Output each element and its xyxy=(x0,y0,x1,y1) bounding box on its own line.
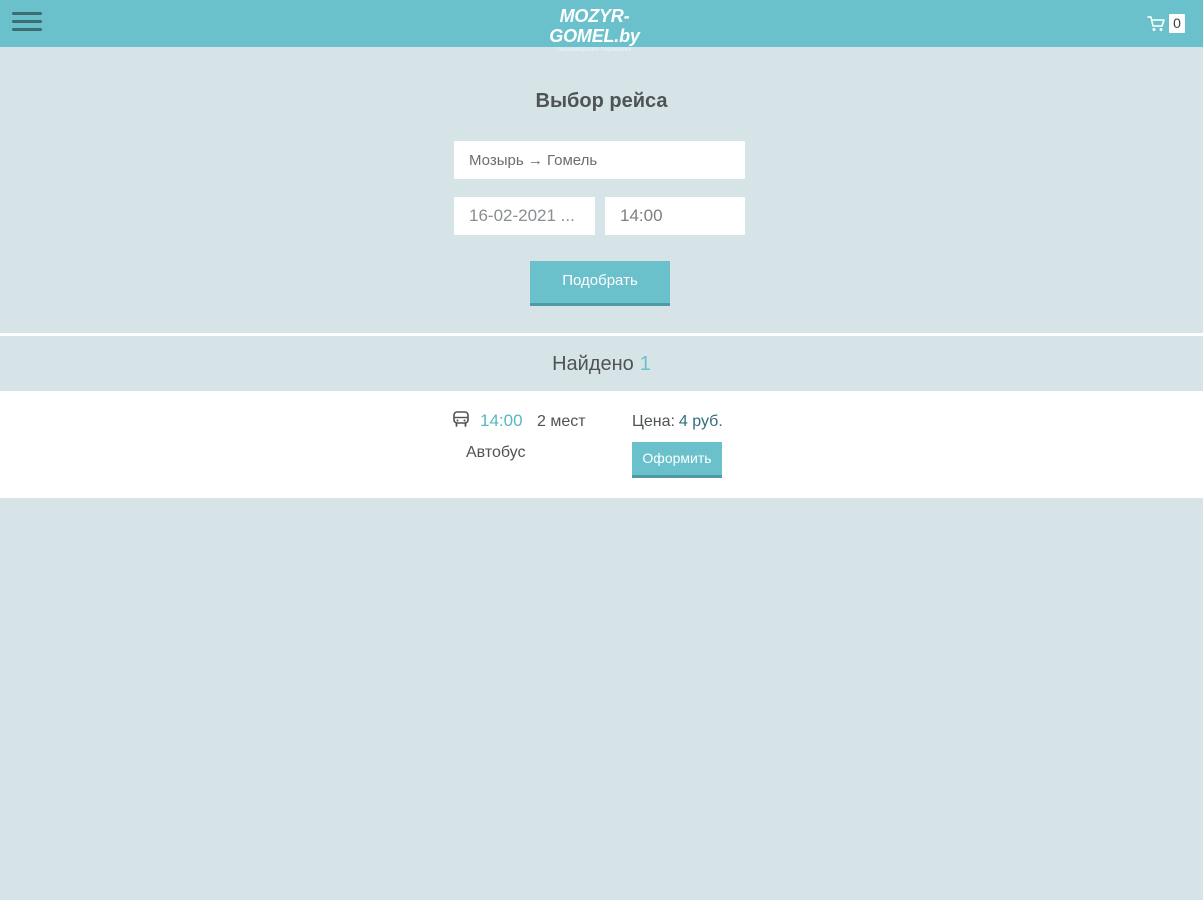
page-title: Выбор рейса xyxy=(535,90,668,112)
menu-bar-line xyxy=(12,28,42,31)
menu-bar-line xyxy=(12,12,42,15)
found-count: 1 xyxy=(639,353,651,375)
menu-bar-line xyxy=(12,20,42,23)
cart-button[interactable]: 0 xyxy=(1147,13,1185,34)
price-value: 4 руб. xyxy=(678,413,723,430)
cart-count-badge: 0 xyxy=(1169,14,1185,33)
found-label: Найдено xyxy=(552,353,634,375)
route-select[interactable] xyxy=(454,141,745,179)
logo-title: MOZYR-GOMEL.by xyxy=(549,6,640,46)
trip-departure-time[interactable]: 14:00 xyxy=(480,411,523,431)
trip-price: Цена: 4 руб. xyxy=(632,412,723,432)
shopping-cart-icon xyxy=(1147,16,1165,31)
trip-seats-available: 2 мест xyxy=(537,413,586,430)
search-trips-button[interactable]: Подобрать xyxy=(530,261,670,306)
date-input[interactable] xyxy=(454,197,595,235)
hamburger-menu-icon[interactable] xyxy=(12,9,44,35)
top-bar: MOZYR-GOMEL.by пассажирские перевозки 0 xyxy=(0,0,1203,53)
bus-icon xyxy=(453,411,469,427)
trip-results-list xyxy=(0,391,1203,498)
order-trip-button[interactable]: Оформить xyxy=(632,442,722,478)
logo-tagline: пассажирские перевозки xyxy=(557,47,632,53)
time-input[interactable] xyxy=(605,197,745,235)
results-count-heading: Найдено 1 xyxy=(0,351,1203,377)
trip-vehicle-type: Автобус xyxy=(466,444,526,461)
price-label: Цена: xyxy=(632,413,675,430)
site-logo[interactable]: MOZYR-GOMEL.by пассажирские перевозки xyxy=(522,6,667,53)
section-divider xyxy=(0,333,1203,336)
